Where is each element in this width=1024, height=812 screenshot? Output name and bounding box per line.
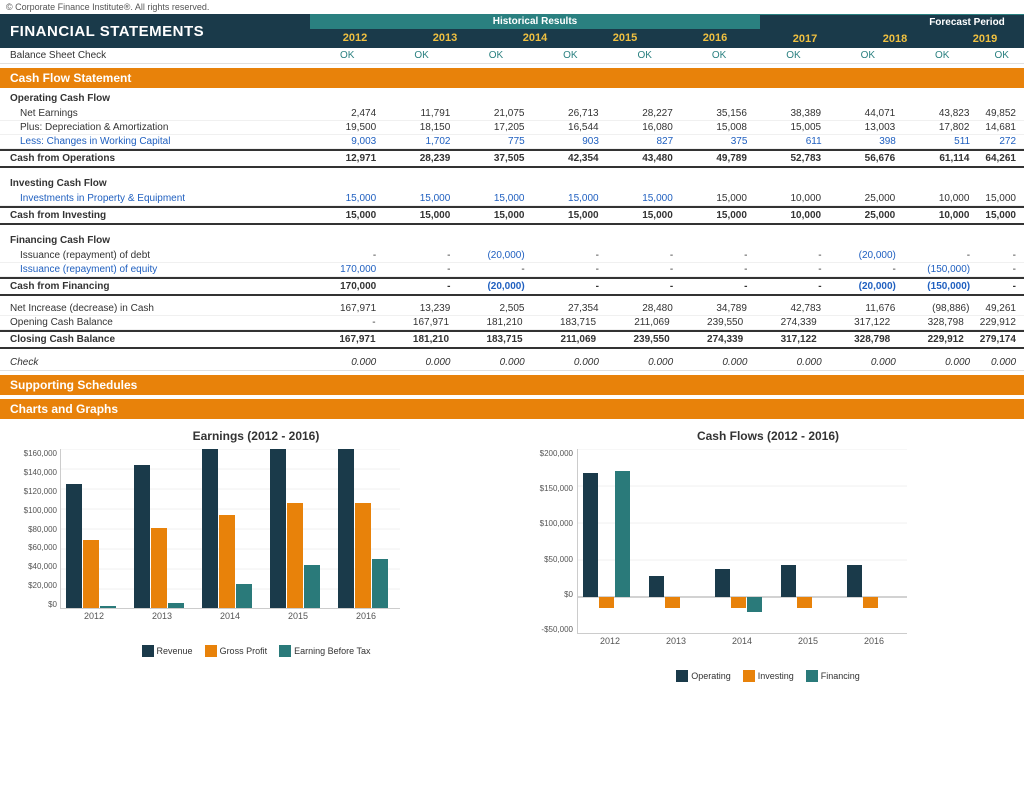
debt-label: Issuance (repayment) of debt [0, 249, 310, 262]
ocb-label: Opening Cash Balance [0, 316, 310, 329]
check-val-0: OK [310, 48, 384, 63]
check-val-1: OK [384, 48, 458, 63]
historical-section: Historical Results 2012 2013 2014 2015 2… [310, 14, 760, 48]
earnings-chart-svg [60, 449, 400, 609]
ne-2012: 2,474 [310, 107, 384, 120]
operating-header-row: Operating Cash Flow [0, 88, 1024, 107]
ne-2014: 21,075 [458, 107, 532, 120]
charts-graphs-header: Charts and Graphs [0, 399, 1024, 419]
dep-label: Plus: Depreciation & Amortization [0, 121, 310, 134]
check-values-row: Check 0.000 0.000 0.000 0.000 0.000 0.00… [0, 355, 1024, 371]
year-2017: 2017 [760, 30, 850, 48]
copyright-bar: © Corporate Finance Institute®. All righ… [0, 0, 1024, 14]
copyright-text: © Corporate Finance Institute®. All righ… [0, 0, 1024, 14]
operating-header-label: Operating Cash Flow [0, 91, 310, 106]
check-val-5: OK [682, 48, 756, 63]
earnings-chart: Earnings (2012 - 2016) $160,000 $140,000… [5, 429, 507, 682]
ne-2013: 11,791 [384, 107, 458, 120]
earnings-legend: Revenue Gross Profit Earning Before Tax [5, 645, 507, 657]
check-val-9: OK [979, 48, 1024, 63]
inv-label: Investments in Property & Equipment [0, 192, 310, 205]
main-header: FINANCIAL STATEMENTS Historical Results … [0, 14, 1024, 48]
ne-2016: 28,227 [607, 107, 681, 120]
earnings-chart-area: $160,000 $140,000 $120,000 $100,000 $80,… [5, 449, 507, 641]
net-earnings-row: Net Earnings 2,474 11,791 21,075 26,713 … [0, 107, 1024, 121]
cfi-label: Cash from Investing [0, 208, 310, 223]
check-val-6: OK [756, 48, 830, 63]
cfo-label: Cash from Operations [0, 151, 310, 166]
balance-check-label: Balance Sheet Check [0, 48, 310, 63]
cashflows-chart: Cash Flows (2012 - 2016) $200,000 $150,0… [517, 429, 1019, 682]
charts-container: Earnings (2012 - 2016) $160,000 $140,000… [0, 419, 1024, 692]
depreciation-row: Plus: Depreciation & Amortization 19,500… [0, 121, 1024, 135]
cash-from-financing-row: Cash from Financing 170,000 - (20,000) -… [0, 277, 1024, 296]
page-title: FINANCIAL STATEMENTS [10, 23, 204, 40]
check-val-7: OK [831, 48, 905, 63]
investments-row: Investments in Property & Equipment 15,0… [0, 192, 1024, 206]
forecast-years: 2017 2018 2019 2020 2021 [760, 30, 1024, 48]
cashflows-chart-title: Cash Flows (2012 - 2016) [517, 429, 1019, 443]
equity-label: Issuance (repayment) of equity [0, 263, 310, 276]
financing-header-label: Financing Cash Flow [0, 233, 310, 248]
balance-check-row: Balance Sheet Check OK OK OK OK OK OK OK… [0, 48, 1024, 64]
year-2016: 2016 [670, 29, 760, 47]
supporting-schedules-header: Supporting Schedules [0, 375, 1024, 395]
wc-label: Less: Changes in Working Capital [0, 135, 310, 148]
ne-2019: 44,071 [829, 107, 903, 120]
opening-cash-row: Opening Cash Balance - 167,971 181,210 1… [0, 316, 1024, 330]
ne-2018: 38,389 [755, 107, 829, 120]
check-val-3: OK [533, 48, 607, 63]
cashflows-legend: Operating Investing Financing [517, 670, 1019, 682]
ne-2017: 35,156 [681, 107, 755, 120]
year-2013: 2013 [400, 29, 490, 47]
closing-cash-row: Closing Cash Balance 167,971 181,210 183… [0, 330, 1024, 349]
year-2018: 2018 [850, 30, 940, 48]
net-increase-row: Net Increase (decrease) in Cash 167,971 … [0, 302, 1024, 316]
title-cell: FINANCIAL STATEMENTS [0, 14, 310, 48]
check-val-8: OK [905, 48, 979, 63]
check-val-2: OK [459, 48, 533, 63]
check-val-4: OK [608, 48, 682, 63]
check-row-label: Check [0, 355, 310, 370]
debt-row: Issuance (repayment) of debt - - (20,000… [0, 249, 1024, 263]
cash-from-investing-row: Cash from Investing 15,000 15,000 15,000… [0, 206, 1024, 225]
cash-flow-section-header: Cash Flow Statement [0, 68, 1024, 88]
historical-years: 2012 2013 2014 2015 2016 [310, 29, 760, 47]
forecast-section: Forecast Period 2017 2018 2019 2020 2021 [760, 14, 1024, 48]
working-capital-row: Less: Changes in Working Capital 9,003 1… [0, 135, 1024, 149]
investing-header-row: Investing Cash Flow [0, 174, 1024, 192]
ni-label: Net Increase (decrease) in Cash [0, 302, 310, 315]
earnings-chart-title: Earnings (2012 - 2016) [5, 429, 507, 443]
cashflows-chart-area: $200,000 $150,000 $100,000 $50,000 $0 -$… [517, 449, 1019, 666]
net-earnings-label: Net Earnings [0, 107, 310, 120]
investing-header-label: Investing Cash Flow [0, 176, 310, 191]
ne-2020: 43,823 [903, 107, 977, 120]
year-2014: 2014 [490, 29, 580, 47]
ne-2015: 26,713 [532, 107, 606, 120]
equity-row: Issuance (repayment) of equity 170,000 -… [0, 263, 1024, 277]
ne-2021: 49,852 [977, 107, 1024, 120]
cashflows-chart-svg [577, 449, 907, 634]
cash-from-operations-row: Cash from Operations 12,971 28,239 37,50… [0, 149, 1024, 168]
year-2012: 2012 [310, 29, 400, 47]
financing-header-row: Financing Cash Flow [0, 231, 1024, 249]
year-2015: 2015 [580, 29, 670, 47]
historical-label: Historical Results [310, 14, 760, 29]
cff-label: Cash from Financing [0, 279, 310, 294]
ccb-label: Closing Cash Balance [0, 332, 310, 347]
year-2019: 2019 [940, 30, 1024, 48]
forecast-label: Forecast Period [760, 14, 1024, 30]
